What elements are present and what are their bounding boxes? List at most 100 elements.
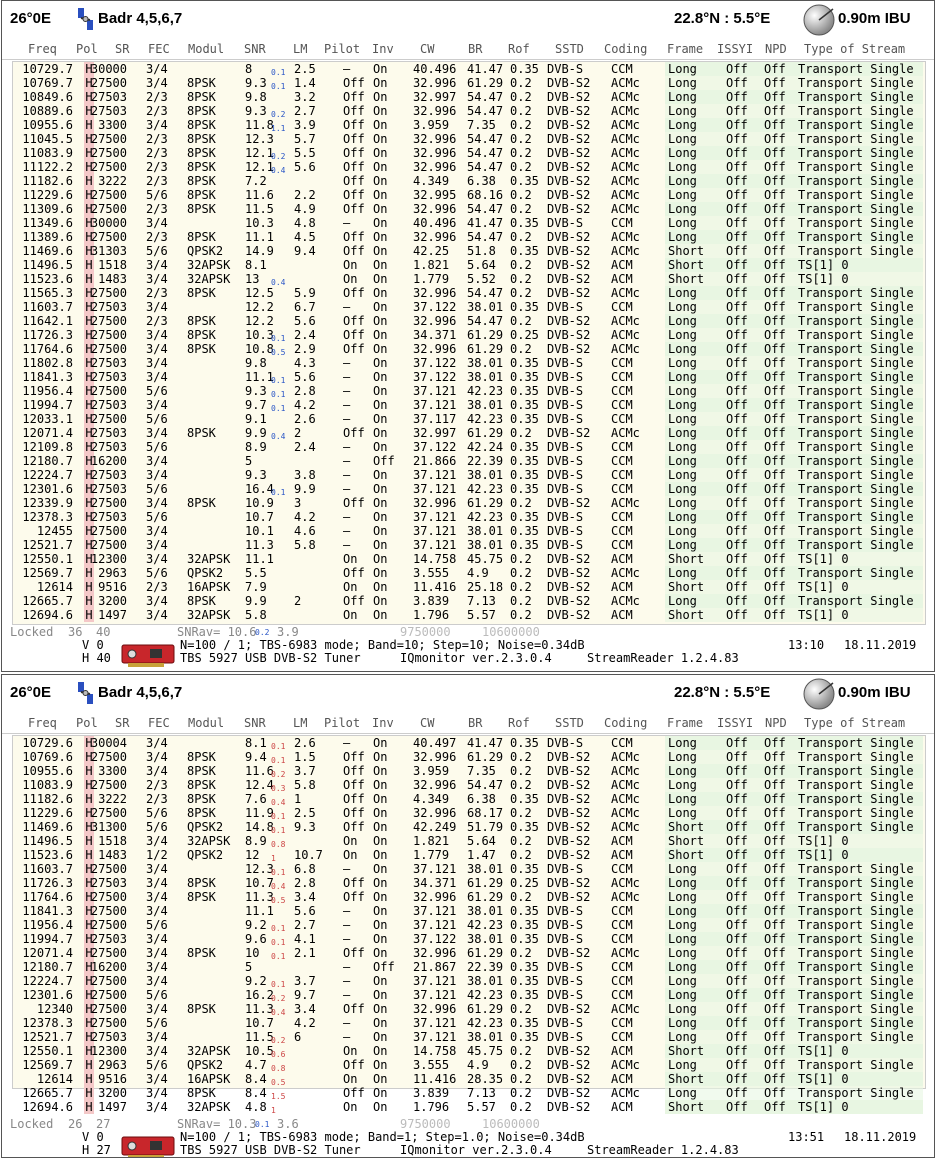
table-row[interactable]: 11764.6 H 27500 3/4 8PSK 10.8 0.5 2.9 Off On 32.99… [13,342,925,357]
column-header-frame[interactable]: Frame [667,42,703,56]
table-row[interactable]: 11496.5 H 1518 3/4 32APSK 8.1 On On 1.821 5.64 0.2… [13,258,925,272]
table-row[interactable]: 12569.7 H 2963 5/6 QPSK2 5.5 Off On 3.555 4.9 0.2 D… [13,566,925,580]
column-header-inv[interactable]: Inv [372,716,394,730]
table-row[interactable]: 11603.7 H 27503 3/4 12.2 6.7– On 37.122 38.01 0.3… [13,300,925,314]
column-header-snr[interactable]: SNR [244,42,266,56]
table-row[interactable]: 11956.4 H 27500 5/6 9.3 0.1 2.8– On 37.121 42.23 0… [13,384,925,399]
column-header-fec[interactable]: FEC [148,716,170,730]
table-row[interactable]: 11083.9 H 27500 2/3 8PSK 12.1 0.2 5.5 Off On 32.99… [13,146,925,161]
column-header-modul[interactable]: Modul [188,42,224,56]
table-row[interactable]: 12455 H 27500 3/4 10.1 4.6– On 37.121 38.01 0.35 D… [13,524,925,538]
table-row[interactable]: 11603.7 H 27500 3/4 12.3 0.1 6.8– On 37.121 38.01… [13,862,925,877]
table-row[interactable]: 10769.7 H 27500 3/4 8PSK 9.3 0.1 1.4 Off On 32.996… [13,76,925,91]
column-header-fec[interactable]: FEC [148,42,170,56]
column-header-type-of-stream[interactable]: Type of Stream [804,42,905,56]
column-header-br[interactable]: BR [468,716,482,730]
table-row[interactable]: 10955.6 H 3300 3/4 8PSK 11.8 1.1 3.9 Off On 3.959 7… [13,118,925,133]
table-row[interactable]: 12614 H 9516 3/4 16APSK 8.4 0.5 On On 11.416 28.35… [13,1072,925,1087]
column-header-snr[interactable]: SNR [244,716,266,730]
table-row[interactable]: 12340 H 27500 3/4 8PSK 11.3 0.4 3.4 Off On 32.996 6… [13,1002,925,1017]
column-header-npd[interactable]: NPD [765,42,787,56]
table-row[interactable]: 12550.1 H 12300 3/4 32APSK 11.1 On On 14.758 45.7… [13,552,925,566]
table-row[interactable]: 12033.1 H 27500 5/6 9.1 2.6– On 37.117 42.23 0.35… [13,412,925,426]
column-header-freq[interactable]: Freq [28,42,57,56]
table-row[interactable]: 12569.7 H 2963 5/6 QPSK2 4.7 0.8 Off On 3.555 4.9 0… [13,1058,925,1073]
column-header-frame[interactable]: Frame [667,716,703,730]
table-row[interactable]: 11182.6 H 3222 2/3 8PSK 7.6 0.4 1 Off On 4.349 6.38… [13,792,925,807]
column-header-sstd[interactable]: SSTD [555,716,584,730]
table-row[interactable]: 12378.3 H 27500 5/6 10.7 4.2– On 37.121 42.23 0.3… [13,1016,925,1030]
column-header-pol[interactable]: Pol [76,716,98,730]
table-row[interactable]: 12665.7 H 3200 3/4 8PSK 8.4 1.5 Off On 3.839 7.13 0… [13,1086,925,1101]
column-header-lm[interactable]: LM [293,42,307,56]
table-row[interactable]: 11309.6 H 27500 2/3 8PSK 11.5 4.9 Off On 32.996 54… [13,202,925,216]
table-row[interactable]: 11496.5 H 1518 3/4 32APSK 8.9 0.8 On On 1.821 5.64… [13,834,925,849]
table-row[interactable]: 12301.6 H 27500 5/6 16.2 0.2 9.7– On 37.121 42.23… [13,988,925,1003]
table-row[interactable]: 12180.7 H 16200 3/4 5– Off 21.866 22.39 0.35 DVB-… [13,454,925,468]
table-row[interactable]: 10729.7 H 30000 3/4 8 0.1 2.5– On 40.496 41.47 0.3… [13,62,925,77]
column-header-rof[interactable]: Rof [508,716,530,730]
table-row[interactable]: 12665.7 H 3200 3/4 8PSK 9.9 2 Off On 3.839 7.13 0.2… [13,594,925,608]
table-row[interactable]: 12109.8 H 27503 5/6 8.9 2.4– On 37.122 42.24 0.35… [13,440,925,454]
table-row[interactable]: 12339.9 H 27500 3/4 8PSK 10.9 3 Off On 32.996 61.2… [13,496,925,510]
table-row[interactable]: 11726.3 H 27503 3/4 8PSK 10.7 0.4 2.8 Off On 34.37… [13,876,925,891]
table-row[interactable]: 11565.3 H 27500 2/3 8PSK 12.5 5.9 Off On 32.996 54… [13,286,925,300]
table-row[interactable]: 12694.6 H 1497 3/4 32APSK 4.8 1 On On 1.796 5.57 0.… [13,1100,925,1115]
column-header-coding[interactable]: Coding [604,42,647,56]
table-row[interactable]: 10955.6 H 3300 3/4 8PSK 11.6 0.2 3.7 Off On 3.959 7… [13,764,925,779]
table-row[interactable]: 11045.5 H 27500 2/3 8PSK 12.3 5.7 Off On 32.996 54… [13,132,925,146]
table-row[interactable]: 11229.6 H 27500 5/6 8PSK 11.6 2.2 Off On 32.995 68… [13,188,925,202]
column-header-sstd[interactable]: SSTD [555,42,584,56]
column-header-sr[interactable]: SR [115,42,129,56]
column-header-pilot[interactable]: Pilot [324,42,360,56]
column-header-npd[interactable]: NPD [765,716,787,730]
table-row[interactable]: 12071.4 H 27500 3/4 8PSK 10 0.1 2.1 Off On 32.996 6… [13,946,925,961]
table-row[interactable]: 12550.1 H 12300 3/4 32APSK 10.5 0.6 On On 14.758 4… [13,1044,925,1059]
table-row[interactable]: 12521.7 H 27500 3/4 11.3 5.8– On 37.121 38.01 0.3… [13,538,925,552]
table-row[interactable]: 12180.7 H 16200 3/4 5– Off 21.867 22.39 0.35 DVB-… [13,960,925,974]
table-row[interactable]: 11994.7 H 27503 3/4 9.7 0.1 4.2– On 37.121 38.01 0… [13,398,925,413]
table-row[interactable]: 10729.6 H 30004 3/4 8.1 0.1 2.6– On 40.497 41.47 0… [13,736,925,751]
table-row[interactable]: 12224.7 H 27503 3/4 9.3 3.8– On 37.121 38.01 0.35… [13,468,925,482]
column-header-issyi[interactable]: ISSYI [717,716,753,730]
table-row[interactable]: 11726.3 H 27500 3/4 8PSK 10.3 0.1 2.4 Off On 34.37… [13,328,925,343]
table-row[interactable]: 11523.6 H 1483 1/2 QPSK2 12 1 10.7 On On 1.779 1.47… [13,848,925,863]
column-header-cw[interactable]: CW [420,42,434,56]
table-row[interactable]: 12378.3 H 27503 5/6 10.7 4.2– On 37.121 42.23 0.3… [13,510,925,524]
table-row[interactable]: 11642.1 H 27500 2/3 8PSK 12.2 5.6 Off On 32.996 54… [13,314,925,328]
table-row[interactable]: 11229.6 H 27500 5/6 8PSK 11.9 0.1 2.5 Off On 32.99… [13,806,925,821]
table-row[interactable]: 11469.6 H 31300 5/6 QPSK2 14.8 0.1 9.3 Off On 42.2… [13,820,925,835]
column-header-sr[interactable]: SR [115,716,129,730]
table-row[interactable]: 11523.6 H 1483 3/4 32APSK 13 0.4 On On 1.779 5.52 0… [13,272,925,287]
table-row[interactable]: 11841.3 H 27503 3/4 11.1 0.1 5.6– On 37.122 38.01… [13,370,925,385]
column-header-coding[interactable]: Coding [604,716,647,730]
table-row[interactable]: 11956.4 H 27500 5/6 9.2 0.1 2.7– On 37.121 42.23 0… [13,918,925,933]
table-row[interactable]: 12614 H 9516 2/3 16APSK 7.9 On On 11.416 25.18 0.2… [13,580,925,594]
column-header-br[interactable]: BR [468,42,482,56]
table-row[interactable]: 11802.8 H 27503 3/4 9.8 4.3– On 37.122 38.01 0.35… [13,356,925,370]
column-header-freq[interactable]: Freq [28,716,57,730]
table-row[interactable]: 10769.6 H 27500 3/4 8PSK 9.4 0.1 1.5 Off On 32.996… [13,750,925,765]
table-row[interactable]: 11349.6 H 30000 3/4 10.3 4.8– On 40.496 41.47 0.3… [13,216,925,230]
table-row[interactable]: 11182.6 H 3222 2/3 8PSK 7.2 Off On 4.349 6.38 0.35… [13,174,925,188]
table-row[interactable]: 10849.6 H 27503 2/3 8PSK 9.8 3.2 Off On 32.997 54.… [13,90,925,104]
column-header-rof[interactable]: Rof [508,42,530,56]
table-row[interactable]: 12071.4 H 27503 3/4 8PSK 9.9 0.4 2 Off On 32.997 61… [13,426,925,441]
table-row[interactable]: 11083.9 H 27500 2/3 8PSK 12.4 0.3 5.8 Off On 32.99… [13,778,925,793]
table-row[interactable]: 10889.6 H 27503 2/3 8PSK 9.3 0.2 2.7 Off On 32.996… [13,104,925,119]
table-row[interactable]: 12694.6 H 1497 3/4 32APSK 5.8 On On 1.796 5.57 0.2… [13,608,925,622]
table-row[interactable]: 11994.7 H 27503 3/4 9.6 0.1 4.1– On 37.122 38.01 0… [13,932,925,947]
column-header-pol[interactable]: Pol [76,42,98,56]
column-header-lm[interactable]: LM [293,716,307,730]
column-header-type-of-stream[interactable]: Type of Stream [804,716,905,730]
column-header-pilot[interactable]: Pilot [324,716,360,730]
table-row[interactable]: 12521.7 H 27503 3/4 11.5 0.2 6– On 37.121 38.01 0.… [13,1030,925,1045]
table-row[interactable]: 11841.3 H 27500 3/4 11.1 5.6– On 37.121 38.01 0.3… [13,904,925,918]
column-header-modul[interactable]: Modul [188,716,224,730]
table-row[interactable]: 11122.2 H 27500 2/3 8PSK 12.1 0.4 5.6 Off On 32.99… [13,160,925,175]
table-row[interactable]: 11389.6 H 27500 2/3 8PSK 11.1 4.5 Off On 32.996 54… [13,230,925,244]
table-row[interactable]: 11764.6 H 27500 3/4 8PSK 11.3 0.5 3.4 Off On 32.99… [13,890,925,905]
table-row[interactable]: 12224.7 H 27500 3/4 9.2 0.1 3.7– On 37.121 38.01 0… [13,974,925,989]
column-header-cw[interactable]: CW [420,716,434,730]
column-header-inv[interactable]: Inv [372,42,394,56]
